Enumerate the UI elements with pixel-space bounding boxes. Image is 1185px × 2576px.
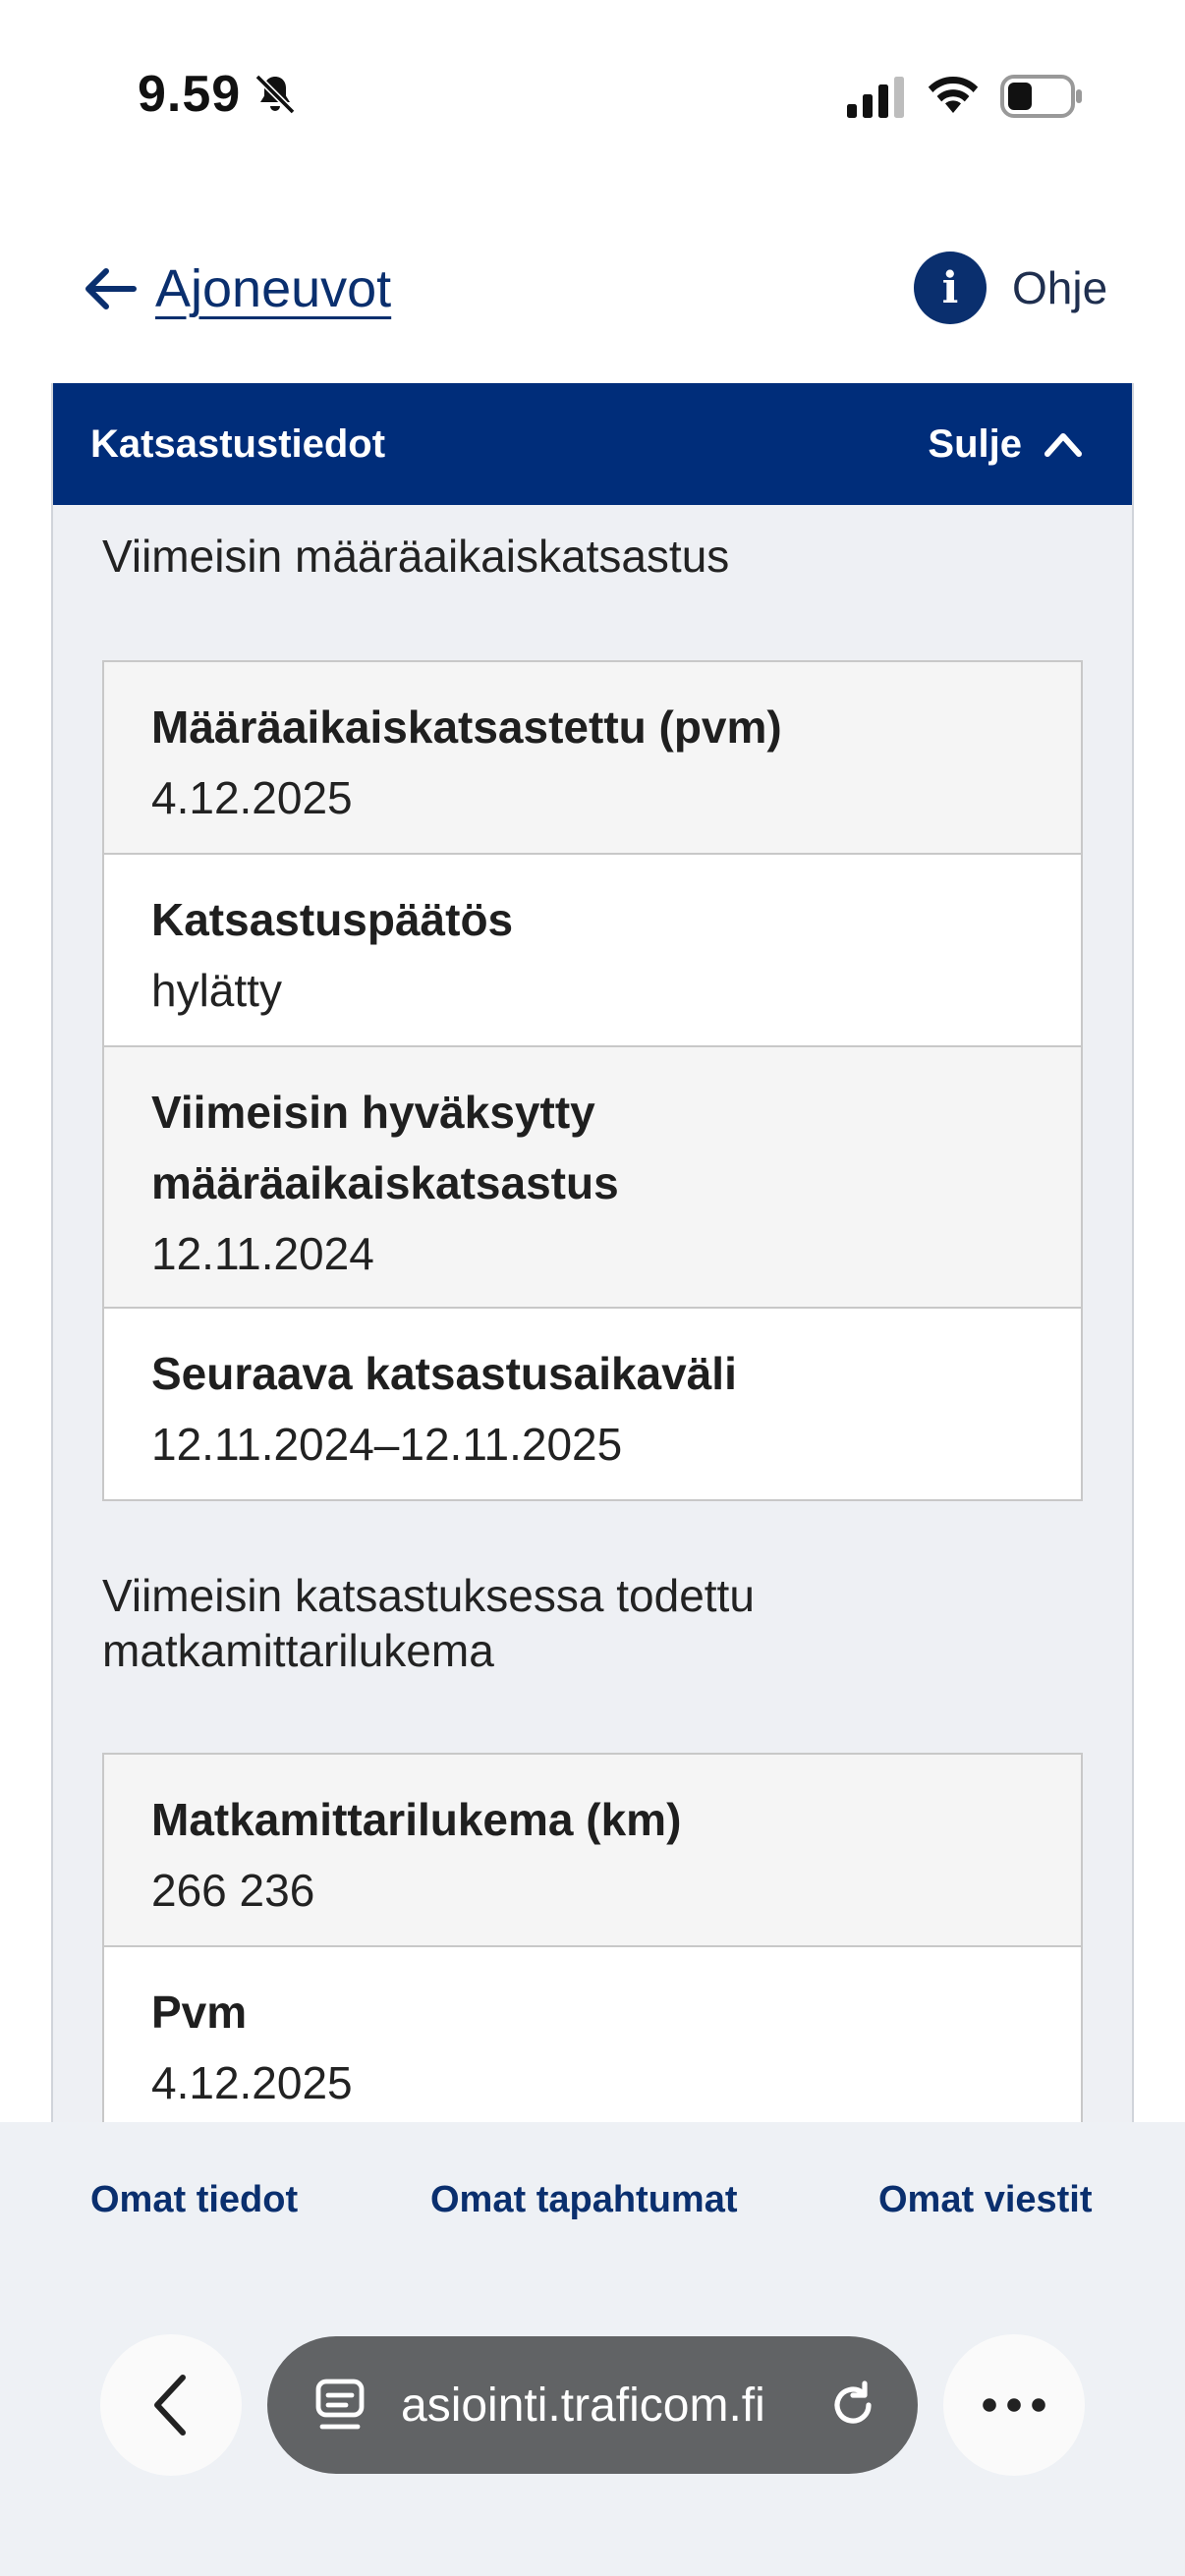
cellular-signal-icon: [847, 77, 904, 118]
row-label: Määräaikaiskatsastettu (pvm): [151, 701, 782, 753]
row-label: Pvm: [151, 1987, 248, 2038]
help-button[interactable]: i Ohje: [914, 252, 1107, 324]
battery-icon: [1000, 75, 1082, 118]
chevron-left-icon: [154, 2375, 186, 2436]
nav-own-events[interactable]: Omat tapahtumat: [430, 2179, 737, 2221]
collapse-button[interactable]: Sulje: [928, 422, 1083, 467]
row-value: 4.12.2025: [151, 2057, 353, 2108]
row-label: Katsastuspäätös: [151, 894, 514, 945]
table-row: Määräaikaiskatsastettu (pvm) 4.12.2025: [104, 662, 1081, 855]
inspection-panel: Katsastustiedot Sulje Viimeisin määräaik…: [51, 383, 1134, 2124]
status-time: 9.59: [138, 66, 242, 123]
bell-muted-icon: [254, 74, 296, 115]
table-row: Matkamittarilukema (km) 266 236: [104, 1755, 1081, 1947]
row-value: 12.11.2024: [151, 1228, 374, 1279]
table-row: Viimeisin hyväksytty määräaikaiskatsastu…: [104, 1047, 1081, 1309]
collapse-label: Sulje: [928, 421, 1022, 466]
reload-icon[interactable]: [827, 2380, 878, 2431]
arrow-left-icon: [85, 268, 137, 309]
table-row: Pvm 4.12.2025: [104, 1947, 1081, 2124]
row-value: hylätty: [151, 965, 282, 1016]
info-icon: i: [914, 252, 987, 324]
table-row: Katsastuspäätös hylätty: [104, 855, 1081, 1047]
chevron-up-icon: [1044, 433, 1082, 457]
inspection-table: Määräaikaiskatsastettu (pvm) 4.12.2025 K…: [102, 660, 1083, 1501]
section-title: Viimeisin katsastuksessa todettu matkami…: [102, 1570, 755, 1676]
help-label: Ohje: [1012, 262, 1108, 313]
url-text: asiointi.traficom.fi: [401, 2379, 765, 2432]
wifi-icon: [928, 76, 979, 113]
more-icon: [983, 2398, 1045, 2412]
row-value: 266 236: [151, 1865, 315, 1916]
row-label: Matkamittarilukema (km): [151, 1794, 682, 1845]
more-button[interactable]: [943, 2334, 1085, 2476]
row-label: Viimeisin hyväksytty määräaikaiskatsastu…: [151, 1087, 619, 1208]
status-bar: 9.59: [0, 0, 1185, 196]
address-bar[interactable]: asiointi.traficom.fi: [267, 2336, 918, 2474]
row-value: 12.11.2024–12.11.2025: [151, 1419, 623, 1470]
nav-own-info[interactable]: Omat tiedot: [90, 2179, 298, 2221]
site-settings-icon: [315, 2379, 365, 2430]
section-title: Viimeisin määräaikaiskatsastus: [102, 531, 730, 582]
panel-title: Katsastustiedot: [90, 421, 386, 466]
table-row: Seuraava katsastusaikaväli 12.11.2024–12…: [104, 1309, 1081, 1499]
row-label: Seuraava katsastusaikaväli: [151, 1348, 737, 1399]
row-value: 4.12.2025: [151, 772, 353, 823]
odometer-table: Matkamittarilukema (km) 266 236 Pvm 4.12…: [102, 1753, 1083, 2124]
back-link-ajoneuvot[interactable]: Ajoneuvot: [85, 253, 391, 324]
back-link-label: Ajoneuvot: [155, 259, 392, 318]
panel-header[interactable]: Katsastustiedot Sulje: [53, 383, 1132, 505]
browser-back-button[interactable]: [100, 2334, 242, 2476]
nav-own-messages[interactable]: Omat viestit: [878, 2179, 1093, 2221]
